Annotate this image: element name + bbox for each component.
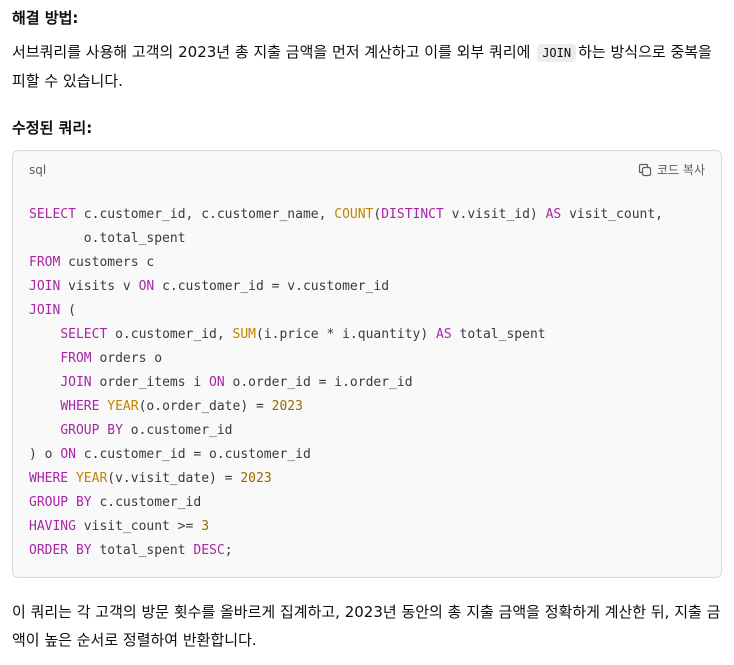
code-token: ; [224, 543, 233, 558]
copy-icon [638, 163, 652, 177]
code-token: ( [60, 303, 76, 318]
code-token: ORDER BY [29, 543, 92, 558]
code-token: 2023 [240, 471, 272, 486]
code-line: ORDER BY total_spent DESC; [29, 539, 663, 563]
code-token: 2023 [271, 399, 303, 414]
code-token: AS [545, 207, 562, 222]
code-token: YEAR [75, 471, 108, 486]
code-token: DISTINCT [381, 207, 444, 222]
code-block-header: sql 코드 복사 [13, 151, 721, 189]
code-line: WHERE YEAR(o.order_date) = 2023 [29, 395, 663, 419]
code-token: SUM [232, 327, 256, 342]
code-block: sql 코드 복사 SELECT c.customer_id, c.custom… [12, 150, 722, 578]
code-token: o.customer_id, [107, 327, 233, 342]
code-token: FROM [60, 351, 92, 366]
code-token: SELECT [60, 327, 108, 342]
code-token: GROUP BY [60, 423, 123, 438]
code-token: YEAR [107, 399, 139, 414]
solution-heading: 해결 방법: [12, 9, 79, 27]
copy-code-button[interactable]: 코드 복사 [638, 161, 705, 178]
code-line: GROUP BY o.customer_id [29, 419, 663, 443]
code-line: FROM orders o [29, 347, 663, 371]
copy-code-label: 코드 복사 [657, 163, 705, 177]
code-token: WHERE [29, 471, 69, 486]
code-line: o.total_spent [29, 227, 663, 251]
code-line: JOIN ( [29, 299, 663, 323]
code-token: ON [209, 375, 225, 390]
inline-code-join: JOIN [537, 44, 577, 62]
query-heading: 수정된 쿼리: [12, 119, 93, 137]
code-token: c.customer_id, c.customer_name, [75, 207, 335, 222]
code-token: o.order_id = i.order_id [224, 375, 413, 390]
code-line: SELECT c.customer_id, c.customer_name, C… [29, 203, 663, 227]
code-token: total_spent [451, 327, 546, 342]
code-line: WHERE YEAR(v.visit_date) = 2023 [29, 467, 663, 491]
code-token: (v.visit_date) = [107, 471, 241, 486]
solution-text-before: 서브쿼리를 사용해 고객의 2023년 총 지출 금액을 먼저 계산하고 이를 … [12, 43, 536, 61]
code-token: orders o [91, 351, 163, 366]
code-token: visit_count >= [75, 519, 202, 534]
code-token: FROM [29, 255, 61, 270]
code-token: ) o [29, 447, 61, 462]
summary-paragraph: 이 쿼리는 각 고객의 방문 횟수를 올바르게 집계하고, 2023년 동안의 … [12, 603, 721, 649]
code-token: JOIN [60, 375, 92, 390]
code-line: JOIN visits v ON c.customer_id = v.custo… [29, 275, 663, 299]
code-line: ) o ON c.customer_id = o.customer_id [29, 443, 663, 467]
code-token: c.customer_id = v.customer_id [154, 279, 390, 294]
code-token: customers c [60, 255, 155, 270]
code-line: SELECT o.customer_id, SUM(i.price * i.qu… [29, 323, 663, 347]
code-token: (i.price * i.quantity) [256, 327, 437, 342]
code-line: JOIN order_items i ON o.order_id = i.ord… [29, 371, 663, 395]
code-token: order_items i [91, 375, 210, 390]
code-token: GROUP BY [29, 495, 92, 510]
code-token: COUNT [334, 207, 374, 222]
code-token: c.customer_id = o.customer_id [75, 447, 311, 462]
code-token: HAVING [29, 519, 76, 534]
code-token: WHERE [60, 399, 100, 414]
code-language-label: sql [29, 163, 47, 177]
code-token: v.visit_id) [443, 207, 546, 222]
sql-code: SELECT c.customer_id, c.customer_name, C… [29, 203, 663, 563]
code-token: visits v [60, 279, 139, 294]
code-token: 3 [201, 519, 210, 534]
code-line: FROM customers c [29, 251, 663, 275]
code-token: total_spent [91, 543, 194, 558]
code-token: (o.order_date) = [138, 399, 272, 414]
code-token: JOIN [29, 303, 61, 318]
code-token: visit_count, [561, 207, 663, 222]
code-line: GROUP BY c.customer_id [29, 491, 663, 515]
code-token: AS [436, 327, 452, 342]
code-token: DESC [193, 543, 225, 558]
code-line: HAVING visit_count >= 3 [29, 515, 663, 539]
code-token: JOIN [29, 279, 61, 294]
code-token: c.customer_id [91, 495, 202, 510]
code-token: SELECT [29, 207, 76, 222]
code-token: ON [60, 447, 76, 462]
code-token: ON [138, 279, 155, 294]
code-token: o.customer_id [122, 423, 233, 438]
code-token: o.total_spent [29, 231, 186, 246]
solution-paragraph: 서브쿼리를 사용해 고객의 2023년 총 지출 금액을 먼저 계산하고 이를 … [12, 38, 724, 95]
